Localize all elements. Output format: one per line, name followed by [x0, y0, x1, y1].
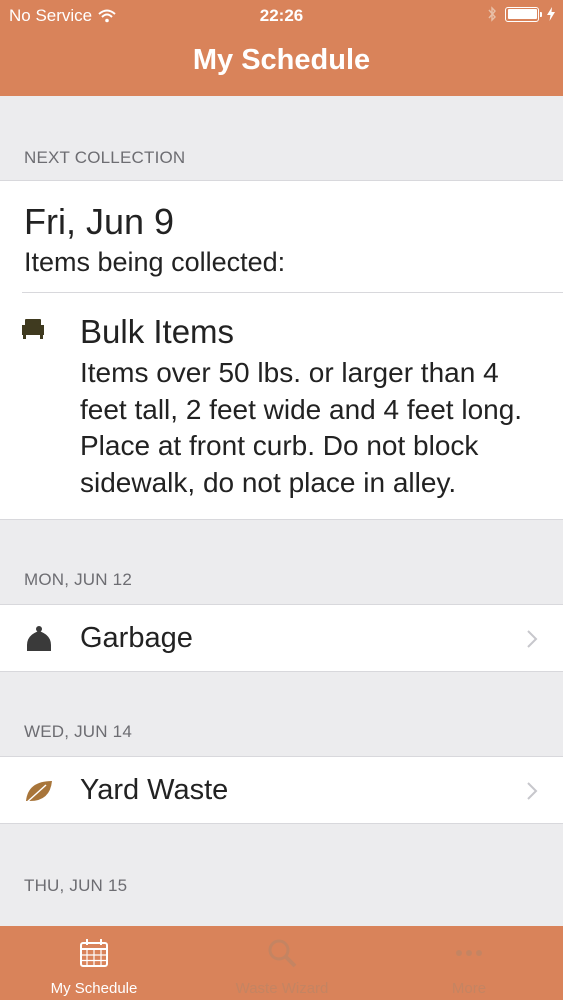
leaf-icon: [25, 781, 52, 804]
schedule-row-yard-waste[interactable]: Yard Waste: [0, 756, 563, 824]
status-time: 22:26: [259, 6, 304, 25]
next-collection-card: Fri, Jun 9 Items being collected: Bulk I…: [0, 180, 563, 520]
more-icon: [456, 950, 482, 956]
chevron-right-icon: [527, 782, 538, 800]
tab-my-schedule[interactable]: My Schedule: [0, 926, 188, 1000]
charging-icon: [547, 7, 555, 21]
bulk-items-entry: Bulk Items Items over 50 lbs. or larger …: [0, 293, 563, 519]
garbage-bag-icon: [27, 626, 51, 651]
tab-label: Waste Wizard: [235, 980, 329, 997]
schedule-row-label: Yard Waste: [80, 774, 229, 806]
tab-label: My Schedule: [50, 980, 138, 997]
section-header-thu-jun-15: THU, JUN 15: [24, 876, 128, 895]
tab-label: More: [451, 980, 487, 997]
status-right: [487, 6, 555, 22]
schedule-list[interactable]: NEXT COLLECTION Fri, Jun 9 Items being c…: [0, 96, 563, 926]
tab-more[interactable]: More: [375, 926, 563, 1000]
next-collection-subtitle: Items being collected:: [22, 243, 563, 293]
bluetooth-icon: [488, 6, 496, 22]
section-header-wed-jun-14: WED, JUN 14: [24, 722, 132, 741]
bulk-items-description: Items over 50 lbs. or larger than 4 feet…: [80, 357, 523, 498]
header: No Service 22:26 My Schedule: [0, 0, 563, 96]
bulk-items-title: Bulk Items: [80, 313, 235, 350]
search-icon: [268, 939, 297, 968]
chevron-right-icon: [527, 630, 538, 648]
battery-icon: [505, 6, 542, 22]
schedule-row-garbage[interactable]: Garbage: [0, 604, 563, 672]
section-header-mon-jun-12: MON, JUN 12: [24, 570, 132, 589]
armchair-icon: [22, 319, 44, 339]
status-bar: No Service 22:26: [0, 0, 563, 32]
tab-bar: My Schedule Waste Wizard More: [0, 926, 563, 1000]
schedule-row-label: Garbage: [80, 622, 193, 654]
tab-waste-wizard[interactable]: Waste Wizard: [188, 926, 376, 1000]
page-title: My Schedule: [192, 44, 371, 76]
calendar-icon: [80, 939, 108, 967]
section-header-next-collection: NEXT COLLECTION: [24, 148, 186, 167]
next-collection-date: Fri, Jun 9: [24, 201, 175, 242]
